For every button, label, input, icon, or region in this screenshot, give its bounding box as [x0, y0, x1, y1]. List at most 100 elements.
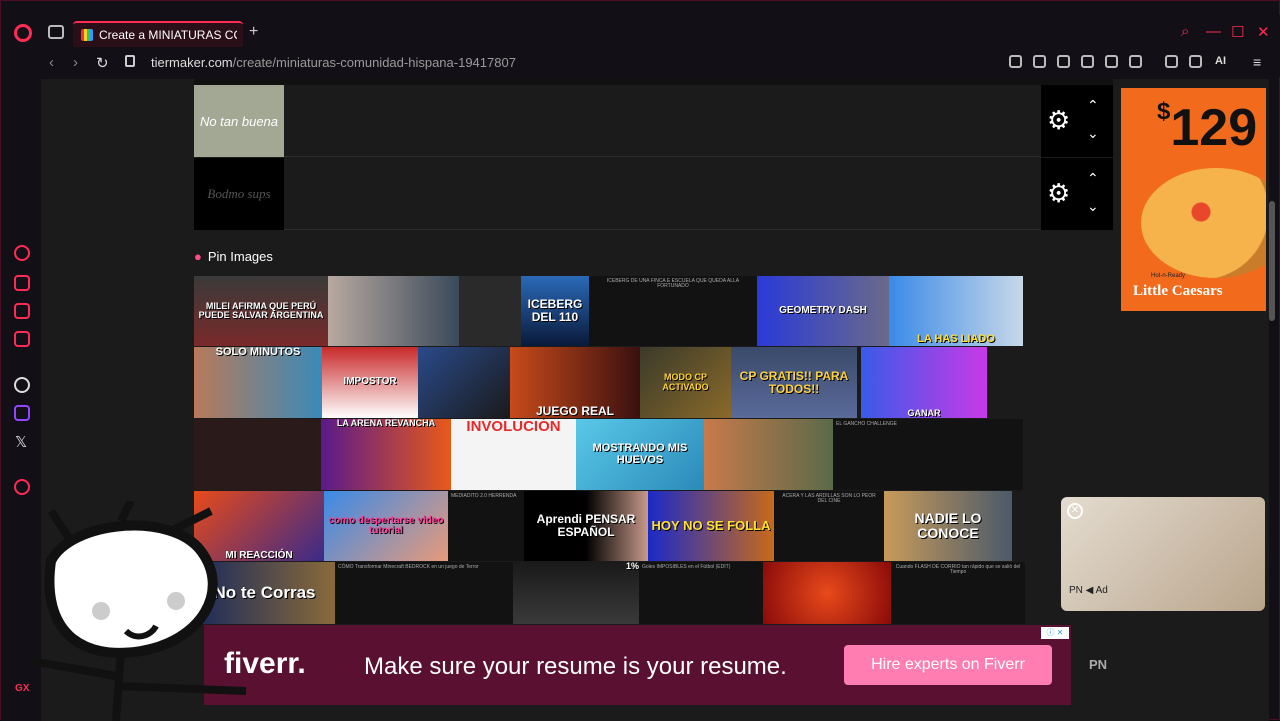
vpn-shield-icon[interactable] — [1057, 55, 1070, 68]
back-button[interactable]: ‹ — [49, 54, 54, 71]
thumbnail[interactable]: SOLO MINUTOS — [194, 347, 322, 418]
tiermaker-favicon-icon — [81, 29, 93, 41]
translate-icon[interactable] — [1081, 55, 1094, 68]
messenger-icon[interactable] — [14, 331, 30, 347]
thumbnail[interactable]: ICEBERG DEL 110 — [521, 276, 589, 346]
thumbnail[interactable]: NADIE LO CONOCE — [884, 491, 1012, 561]
thumbnail[interactable] — [418, 347, 510, 418]
new-tab-button[interactable]: + — [249, 23, 258, 41]
thumbnail[interactable]: CP GRATIS!! PARA TODOS!! — [731, 347, 857, 418]
aria-ai-button[interactable]: AI — [1215, 55, 1226, 67]
doodle-eye — [92, 602, 110, 620]
pin-icon: ● — [194, 249, 202, 264]
close-video-ad-button[interactable]: ✕ — [1067, 503, 1083, 519]
thumbnail[interactable]: HOY NO SE FOLLA — [648, 491, 774, 561]
twitch-sidebar-icon-alt[interactable] — [14, 303, 30, 319]
tier-label[interactable]: No tan buena — [194, 85, 284, 157]
tier-settings-gear-icon[interactable]: ⚙ — [1047, 180, 1070, 206]
settings-icon[interactable] — [14, 479, 30, 495]
move-tier-down-button[interactable]: ⌄ — [1087, 198, 1099, 215]
thumbnail[interactable]: LA ARENA REVANCHA — [321, 419, 451, 490]
hire-experts-button[interactable]: Hire experts on Fiverr — [844, 645, 1052, 685]
thumbnail[interactable]: Cuando FLASH DE CORRIO tan rápido que se… — [891, 562, 1025, 624]
tier-label[interactable]: Bodmo sups — [194, 158, 284, 230]
thumbnail[interactable]: MILEI AFIRMA QUE PERÚ PUEDE SALVAR ARGEN… — [194, 276, 328, 346]
thumbnail[interactable]: GANAR — [861, 347, 987, 418]
tier-controls: ⚙ ⌃ ⌄ — [1041, 158, 1113, 230]
thumbnail[interactable]: ACERA Y LAS ARDILLAS SON LO PEOR DEL CIN… — [774, 491, 884, 561]
address-bar: ‹ › ↻ tiermaker.com/create/miniaturas-co… — [1, 49, 1280, 77]
thumbnail[interactable]: Goles IMPOSIBLES en el Fútbol (EDIT) — [639, 562, 763, 624]
url-path: /create/miniaturas-comunidad-hispana-194… — [232, 55, 516, 70]
pn-label: PN — [1089, 657, 1108, 672]
thumbnail[interactable]: ICEBERG DE UNA FINCA E ESCUELA QUE QUEDA… — [589, 276, 757, 346]
thumbnail[interactable]: MEDIADITO 2.0 HERRENDA — [448, 491, 524, 561]
thumbnail[interactable] — [194, 419, 321, 490]
move-tier-up-button[interactable]: ⌃ — [1087, 170, 1099, 187]
tab-island-icon[interactable] — [48, 25, 64, 39]
forward-button[interactable]: › — [73, 54, 78, 71]
thumbnail[interactable]: CÓMO Transformar Minecraft BEDROCK en un… — [335, 562, 513, 624]
thumbnail[interactable]: como despertarse video tutorial — [324, 491, 448, 561]
heart-icon[interactable] — [1129, 55, 1142, 68]
tab-title: Create a MINIATURAS CO — [99, 28, 237, 42]
gx-control-icon[interactable] — [14, 245, 30, 261]
thumbnail[interactable] — [459, 276, 521, 346]
ad-price-value: 129 — [1170, 99, 1258, 157]
thumbnail[interactable] — [704, 419, 833, 490]
minimize-button[interactable]: — — [1206, 23, 1221, 40]
tier-settings-gear-icon[interactable]: ⚙ — [1047, 107, 1070, 133]
tab-bar: Create a MINIATURAS CO + ⌕ — ☐ ✕ — [1, 15, 1280, 49]
thumbnail[interactable]: 1% — [513, 562, 639, 624]
video-ad[interactable]: ✕ PN ◀ Ad — [1061, 497, 1265, 611]
video-ad-label: Ad — [1095, 585, 1108, 596]
page-scrollbar[interactable] — [1269, 201, 1275, 321]
twitch-icon[interactable] — [14, 405, 30, 421]
opera-logo-icon[interactable] — [14, 24, 32, 42]
thumbnail[interactable]: EL GANCHO CHALLENGE — [833, 419, 1023, 490]
thumbnail[interactable] — [328, 276, 459, 346]
thumbnail[interactable]: IMPOSTOR — [322, 347, 418, 418]
fiverr-banner-ad[interactable]: fiverr. Make sure your resume is your re… — [204, 625, 1071, 705]
thumbnail[interactable]: GEOMETRY DASH — [757, 276, 889, 346]
drawn-character-overlay — [30, 501, 247, 721]
adchoices-icon[interactable]: ⓘ ✕ — [1041, 627, 1069, 639]
url-field[interactable]: tiermaker.com/create/miniaturas-comunida… — [151, 55, 516, 70]
little-caesars-logo: Little Caesars — [1133, 283, 1223, 299]
reload-button[interactable]: ↻ — [96, 54, 109, 72]
thumbnail[interactable]: INVOLUCIÓN — [451, 419, 576, 490]
move-tier-up-button[interactable]: ⌃ — [1087, 97, 1099, 114]
account-icon[interactable] — [1165, 55, 1178, 68]
thumbnail[interactable]: Aprendi PENSAR ESPAÑOL — [524, 491, 648, 561]
thumbnail[interactable]: MOSTRANDO MIS HUEVOS — [576, 419, 704, 490]
close-window-button[interactable]: ✕ — [1257, 23, 1270, 41]
pizza-image — [1141, 168, 1266, 278]
doodle-eye — [167, 592, 185, 610]
pin-page-icon[interactable] — [1009, 55, 1022, 68]
chatgpt-icon[interactable] — [14, 377, 30, 393]
thumbnail[interactable]: JUEGO REAL — [510, 347, 640, 418]
tab-tiermaker[interactable]: Create a MINIATURAS CO — [73, 21, 243, 47]
pin-images-header: ● Pin Images — [194, 249, 273, 264]
gx-corner-icon[interactable] — [14, 275, 30, 291]
maximize-button[interactable]: ☐ — [1231, 23, 1244, 41]
thumbnail[interactable]: MODO CP ACTIVADO — [640, 347, 731, 418]
fiverr-ad-text: Make sure your resume is your resume. — [364, 653, 787, 680]
tier-row[interactable]: No tan buena ⚙ ⌃ ⌄ — [194, 85, 1113, 157]
download-icon[interactable] — [1189, 55, 1202, 68]
video-pn-label: PN — [1069, 585, 1083, 596]
little-caesars-ad[interactable]: $129 Hot-n-Ready Little Caesars — [1121, 88, 1266, 311]
snapshot-icon[interactable] — [1033, 55, 1046, 68]
move-tier-down-button[interactable]: ⌄ — [1087, 125, 1099, 142]
thumbnail[interactable]: LA HAS LIADO — [889, 276, 1023, 346]
easy-setup-menu-icon[interactable]: ≡ — [1253, 54, 1261, 70]
video-ad-controls: PN ◀ Ad — [1069, 585, 1108, 596]
lock-icon[interactable] — [125, 55, 135, 67]
tier-controls: ⚙ ⌃ ⌄ — [1041, 85, 1113, 157]
twitter-x-icon[interactable]: 𝕏 — [15, 433, 27, 451]
play-icon[interactable] — [1105, 55, 1118, 68]
search-tabs-icon[interactable]: ⌕ — [1181, 23, 1189, 40]
thumbnail[interactable] — [763, 562, 891, 624]
tier-row[interactable]: Bodmo sups ⚙ ⌃ ⌄ — [194, 158, 1113, 230]
ad-price: $129 — [1157, 98, 1257, 158]
